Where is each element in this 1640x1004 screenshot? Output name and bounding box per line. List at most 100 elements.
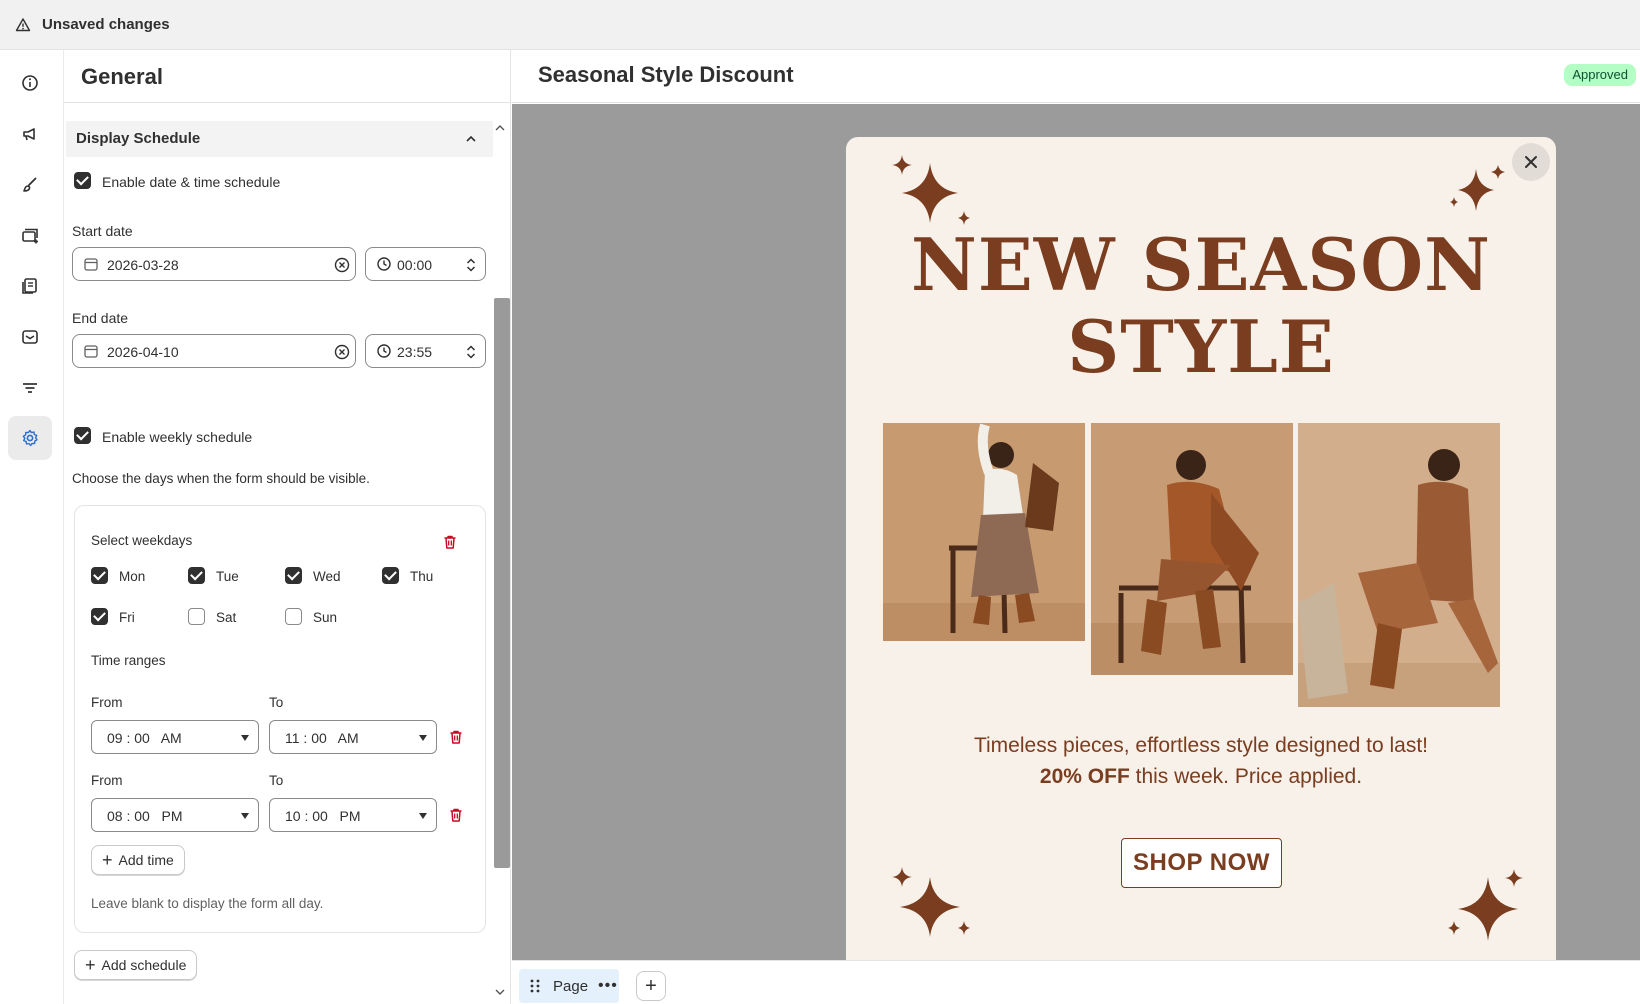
model-photo-2 (1091, 423, 1293, 675)
plus-icon: + (85, 955, 96, 975)
rail-megaphone-button[interactable] (8, 112, 52, 156)
stepper-icon[interactable] (465, 256, 477, 274)
sparkle-decoration-icon (1448, 869, 1523, 941)
time-ranges-label: Time ranges (91, 653, 166, 668)
weekday-sat-checkbox[interactable] (188, 608, 205, 625)
scrollbar-thumb[interactable] (494, 298, 510, 868)
enable-weekly-checkbox[interactable] (74, 427, 91, 444)
rail-settings-button[interactable] (8, 416, 52, 460)
warning-icon (14, 16, 32, 34)
stepper-icon[interactable] (465, 343, 477, 361)
weekday-sun-label: Sun (313, 610, 338, 625)
clear-start-date-icon[interactable] (333, 256, 351, 274)
rail-receipt-button[interactable] (8, 264, 52, 308)
weekly-schedule-card: Select weekdays Mon Tue Wed Thu Fri Sat … (74, 505, 486, 933)
weekday-thu-label: Thu (410, 569, 434, 584)
weekday-tue-checkbox[interactable] (188, 567, 205, 584)
add-time-label: Add time (118, 852, 174, 868)
weekday-mon-checkbox[interactable] (91, 567, 108, 584)
start-date-value: 2026-03-28 (107, 257, 179, 273)
end-date-input[interactable]: 2026-04-10 (72, 334, 356, 368)
model-photo-1 (883, 423, 1085, 641)
more-options-icon[interactable]: ••• (598, 977, 618, 995)
delete-range-1-trash-icon[interactable] (447, 728, 465, 746)
popup-preview[interactable]: NEW SEASON STYLE Timeless pieces, effort… (846, 137, 1556, 960)
section-title: Display Schedule (76, 130, 201, 147)
weekday-fri-label: Fri (119, 610, 135, 625)
end-date-label: End date (72, 310, 129, 326)
rail-mail-button[interactable] (8, 315, 52, 359)
range-1-from-value: 09 : 00 AM (107, 730, 182, 746)
mail-icon (22, 330, 38, 344)
scroll-up-arrow-icon[interactable] (494, 122, 506, 134)
rail-brush-button[interactable] (8, 163, 52, 207)
scroll-down-arrow-icon[interactable] (494, 986, 506, 998)
caret-down-icon (419, 735, 427, 741)
rail-filter-button[interactable] (8, 366, 52, 410)
blank-help-text: Leave blank to display the form all day. (91, 896, 324, 911)
rail-form-add-button[interactable] (8, 214, 52, 258)
icon-rail (0, 50, 64, 1004)
weekday-wed-checkbox[interactable] (285, 567, 302, 584)
tagline-1: Timeless pieces, effortless style design… (973, 734, 1429, 757)
chevron-up-icon (466, 135, 476, 142)
range-1-to-select[interactable]: 11 : 00 AM (269, 720, 437, 754)
range-2-to-select[interactable]: 10 : 00 PM (269, 798, 437, 832)
weekday-fri-checkbox[interactable] (91, 608, 108, 625)
tagline-2-rest: this week. Price applied. (1129, 765, 1363, 788)
info-icon (22, 75, 38, 91)
tagline-2: 20% OFF this week. Price applied. (846, 765, 1556, 789)
add-schedule-button[interactable]: + Add schedule (74, 950, 198, 980)
status-badge: Approved (1564, 64, 1636, 86)
range-2-from-value: 08 : 00 PM (107, 808, 183, 824)
rail-info-button[interactable] (8, 61, 52, 105)
weekday-thu-checkbox[interactable] (382, 567, 399, 584)
drag-handle-icon[interactable] (529, 978, 541, 994)
display-schedule-section-toggle[interactable]: Display Schedule (66, 121, 493, 157)
close-icon (1525, 156, 1537, 168)
clear-end-date-icon[interactable] (333, 343, 351, 361)
start-time-input[interactable]: 00:00 (365, 247, 486, 281)
unsaved-changes-bar: Unsaved changes (0, 0, 1640, 50)
discount-text: 20% OFF (1039, 765, 1130, 788)
brush-icon (23, 177, 37, 192)
form-add-icon (22, 228, 38, 244)
shop-now-button[interactable]: SHOP NOW (1121, 838, 1282, 888)
sparkle-decoration-icon (892, 867, 970, 937)
receipt-icon (22, 278, 37, 294)
calendar-icon (84, 258, 98, 271)
filter-icon (23, 383, 37, 393)
start-time-value: 00:00 (397, 257, 433, 273)
weekday-tue-label: Tue (216, 569, 239, 584)
page-tab[interactable]: Page ••• (519, 969, 619, 1003)
end-date-value: 2026-04-10 (107, 344, 179, 360)
add-time-button[interactable]: + Add time (91, 845, 185, 875)
weekday-sun-checkbox[interactable] (285, 608, 302, 625)
enable-datetime-label: Enable date & time schedule (102, 174, 281, 190)
gear-icon (22, 429, 38, 447)
sparkle-decoration-icon (1450, 165, 1505, 211)
delete-schedule-trash-icon[interactable] (441, 533, 459, 551)
settings-panel: General Display Schedule Enable date & t… (64, 50, 511, 1004)
start-date-label: Start date (72, 223, 133, 239)
add-schedule-label: Add schedule (101, 957, 187, 973)
form-title: Seasonal Style Discount (538, 62, 794, 87)
caret-down-icon (419, 813, 427, 819)
weekly-help-text: Choose the days when the form should be … (72, 471, 370, 486)
enable-datetime-checkbox[interactable] (74, 172, 91, 189)
delete-range-2-trash-icon[interactable] (447, 806, 465, 824)
range-from-label: From (91, 773, 123, 788)
start-date-input[interactable]: 2026-03-28 (72, 247, 356, 281)
range-2-from-select[interactable]: 08 : 00 PM (91, 798, 259, 832)
pages-bar: Page ••• + (512, 960, 1640, 1004)
range-1-from-select[interactable]: 09 : 00 AM (91, 720, 259, 754)
popup-close-button[interactable] (1512, 143, 1550, 181)
calendar-icon (84, 345, 98, 358)
add-page-button[interactable]: + (636, 971, 666, 1001)
select-weekdays-label: Select weekdays (91, 533, 193, 548)
enable-weekly-label: Enable weekly schedule (102, 429, 253, 445)
unsaved-changes-title: Unsaved changes (42, 16, 170, 33)
plus-icon: + (102, 850, 113, 870)
weekday-sat-label: Sat (216, 610, 237, 625)
end-time-input[interactable]: 23:55 (365, 334, 486, 368)
